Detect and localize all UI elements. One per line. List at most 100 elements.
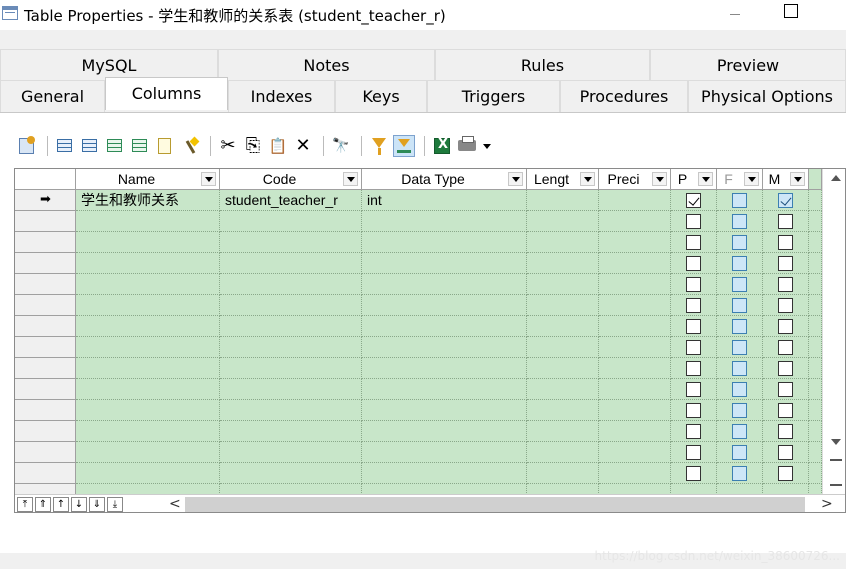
column-header-foreign[interactable]: F bbox=[717, 169, 763, 190]
column-header-precision[interactable]: Preci bbox=[599, 169, 671, 190]
mandatory-checkbox[interactable] bbox=[777, 214, 793, 229]
page-down-icon[interactable] bbox=[830, 476, 842, 486]
row-header[interactable] bbox=[15, 316, 76, 337]
cell-code[interactable] bbox=[220, 337, 362, 358]
tab-columns[interactable]: Columns bbox=[105, 77, 228, 110]
cell-data-type[interactable] bbox=[362, 463, 527, 484]
cell-code[interactable] bbox=[220, 358, 362, 379]
cell-name[interactable] bbox=[76, 295, 220, 316]
cell-length[interactable] bbox=[527, 463, 599, 484]
cell-length[interactable] bbox=[527, 358, 599, 379]
column-header-primary[interactable]: P bbox=[671, 169, 717, 190]
cell-code[interactable] bbox=[220, 253, 362, 274]
cell-length[interactable] bbox=[527, 211, 599, 232]
mandatory-checkbox[interactable] bbox=[777, 256, 793, 271]
print-icon[interactable] bbox=[456, 135, 478, 157]
scroll-left-icon[interactable]: < bbox=[169, 496, 181, 512]
cell-name[interactable] bbox=[76, 337, 220, 358]
chevron-down-icon[interactable] bbox=[790, 172, 805, 186]
cell-code[interactable] bbox=[220, 442, 362, 463]
dropdown-icon[interactable] bbox=[481, 135, 493, 157]
excel-export-icon[interactable] bbox=[431, 135, 453, 157]
row-header[interactable] bbox=[15, 295, 76, 316]
cell-code[interactable] bbox=[220, 421, 362, 442]
primary-checkbox[interactable] bbox=[685, 193, 701, 208]
mandatory-checkbox[interactable] bbox=[777, 235, 793, 250]
foreign-checkbox[interactable] bbox=[731, 277, 747, 292]
scroll-right-icon[interactable]: > bbox=[821, 496, 833, 512]
foreign-checkbox[interactable] bbox=[731, 382, 747, 397]
cell-precision[interactable] bbox=[599, 421, 671, 442]
add-row-icon[interactable] bbox=[54, 135, 76, 157]
cell-data-type[interactable] bbox=[362, 253, 527, 274]
move-up-icon[interactable]: ↑ bbox=[53, 497, 69, 512]
cell-code[interactable] bbox=[220, 463, 362, 484]
vertical-scrollbar[interactable] bbox=[822, 169, 845, 494]
row-header[interactable] bbox=[15, 232, 76, 253]
tab-triggers[interactable]: Triggers bbox=[427, 80, 560, 112]
chevron-down-icon[interactable] bbox=[744, 172, 759, 186]
row-header[interactable] bbox=[15, 274, 76, 295]
row-header[interactable] bbox=[15, 421, 76, 442]
primary-checkbox[interactable] bbox=[685, 361, 701, 376]
cell-code[interactable] bbox=[220, 295, 362, 316]
foreign-checkbox[interactable] bbox=[731, 424, 747, 439]
tab-procedures[interactable]: Procedures bbox=[560, 80, 688, 112]
cell-data-type[interactable] bbox=[362, 232, 527, 253]
foreign-checkbox[interactable] bbox=[731, 466, 747, 481]
mandatory-checkbox[interactable] bbox=[777, 277, 793, 292]
mandatory-checkbox[interactable] bbox=[777, 193, 793, 208]
primary-checkbox[interactable] bbox=[685, 445, 701, 460]
cell-name[interactable] bbox=[76, 400, 220, 421]
paste-rows-icon[interactable] bbox=[129, 135, 151, 157]
chevron-down-icon[interactable] bbox=[698, 172, 713, 186]
maximize-button[interactable] bbox=[776, 0, 806, 30]
mandatory-checkbox[interactable] bbox=[777, 382, 793, 397]
move-bottom-icon[interactable]: ⤓ bbox=[107, 497, 123, 512]
move-page-down-icon[interactable]: ⇓ bbox=[89, 497, 105, 512]
cell-code[interactable] bbox=[220, 400, 362, 421]
cell-length[interactable] bbox=[527, 253, 599, 274]
cell-data-type[interactable] bbox=[362, 211, 527, 232]
copy-icon[interactable]: ⎘ bbox=[242, 135, 264, 157]
primary-checkbox[interactable] bbox=[685, 214, 701, 229]
minimize-button[interactable] bbox=[720, 0, 750, 30]
primary-checkbox[interactable] bbox=[685, 298, 701, 313]
move-top-icon[interactable]: ⤒ bbox=[17, 497, 33, 512]
row-header[interactable] bbox=[15, 253, 76, 274]
note-icon[interactable] bbox=[154, 135, 176, 157]
cell-data-type[interactable] bbox=[362, 379, 527, 400]
cell-precision[interactable] bbox=[599, 463, 671, 484]
scroll-up-icon[interactable] bbox=[831, 175, 841, 181]
cell-data-type[interactable] bbox=[362, 358, 527, 379]
mandatory-checkbox[interactable] bbox=[777, 319, 793, 334]
row-header[interactable] bbox=[15, 358, 76, 379]
page-up-icon[interactable] bbox=[830, 459, 842, 469]
row-header[interactable] bbox=[15, 337, 76, 358]
chevron-down-icon[interactable] bbox=[580, 172, 595, 186]
tab-keys[interactable]: Keys bbox=[335, 80, 427, 112]
add-columns-icon[interactable] bbox=[104, 135, 126, 157]
primary-checkbox[interactable] bbox=[685, 466, 701, 481]
cell-code[interactable] bbox=[220, 316, 362, 337]
primary-checkbox[interactable] bbox=[685, 340, 701, 355]
foreign-checkbox[interactable] bbox=[731, 214, 747, 229]
mandatory-checkbox[interactable] bbox=[777, 298, 793, 313]
cell-length[interactable] bbox=[527, 379, 599, 400]
find-icon[interactable]: 🔭 bbox=[330, 135, 352, 157]
column-header-mandatory[interactable]: M bbox=[763, 169, 809, 190]
cell-code[interactable] bbox=[220, 379, 362, 400]
wizard-icon[interactable] bbox=[179, 135, 201, 157]
cut-icon[interactable]: ✂ bbox=[217, 135, 239, 157]
cell-data-type[interactable] bbox=[362, 337, 527, 358]
foreign-checkbox[interactable] bbox=[731, 340, 747, 355]
paste-icon[interactable]: 📋 bbox=[267, 135, 289, 157]
cell-name[interactable] bbox=[76, 463, 220, 484]
column-header-length[interactable]: Lengt bbox=[527, 169, 599, 190]
cell-precision[interactable] bbox=[599, 274, 671, 295]
cell-length[interactable] bbox=[527, 337, 599, 358]
cell-length[interactable] bbox=[527, 190, 599, 211]
cell-precision[interactable] bbox=[599, 190, 671, 211]
filter-active-icon[interactable] bbox=[393, 135, 415, 157]
chevron-down-icon[interactable] bbox=[343, 172, 358, 186]
